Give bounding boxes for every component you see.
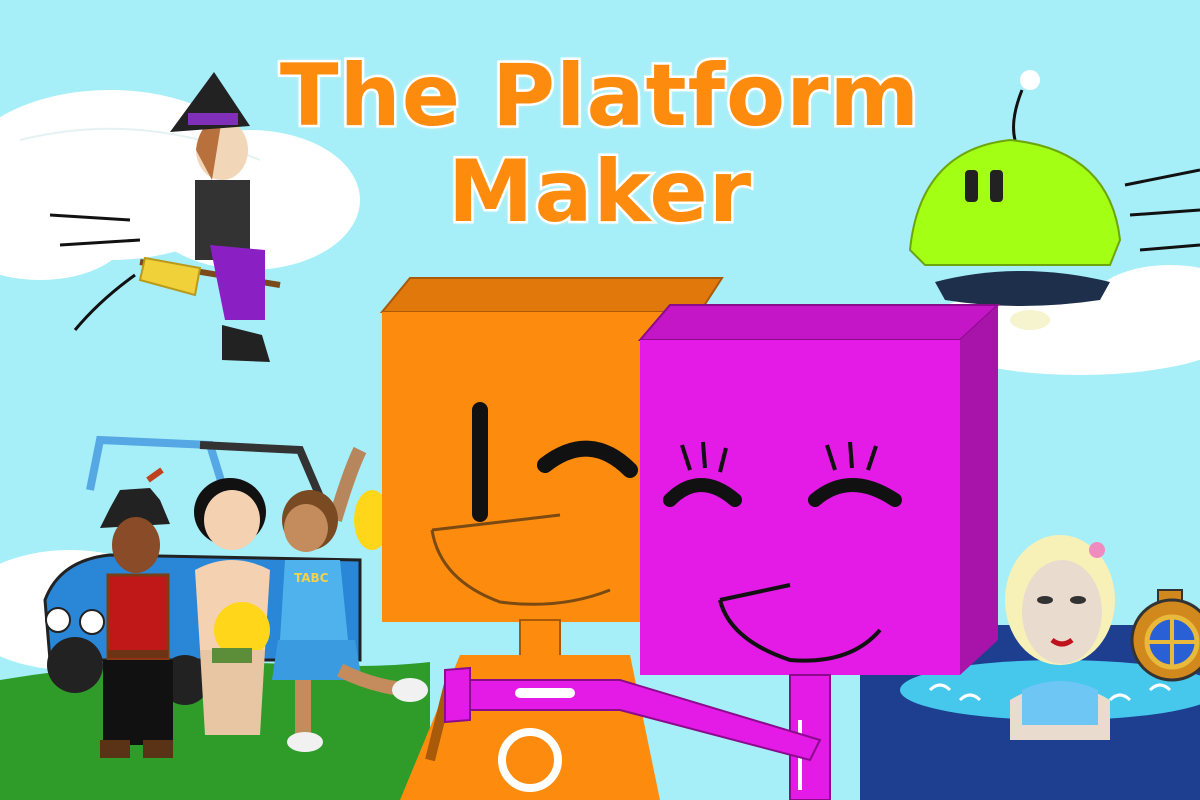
game-title: The Platform Maker bbox=[0, 46, 1200, 243]
character-explorer bbox=[100, 467, 173, 758]
title-screen: TABC The Platform Maker bbox=[0, 0, 1200, 800]
game-title-line1: The Platform bbox=[277, 46, 921, 147]
game-title-line2: Maker bbox=[445, 142, 753, 243]
character-wrestler bbox=[194, 478, 270, 735]
character-blonde-woman bbox=[1005, 535, 1115, 740]
cheerleader-shirt-text: TABC bbox=[294, 571, 329, 585]
